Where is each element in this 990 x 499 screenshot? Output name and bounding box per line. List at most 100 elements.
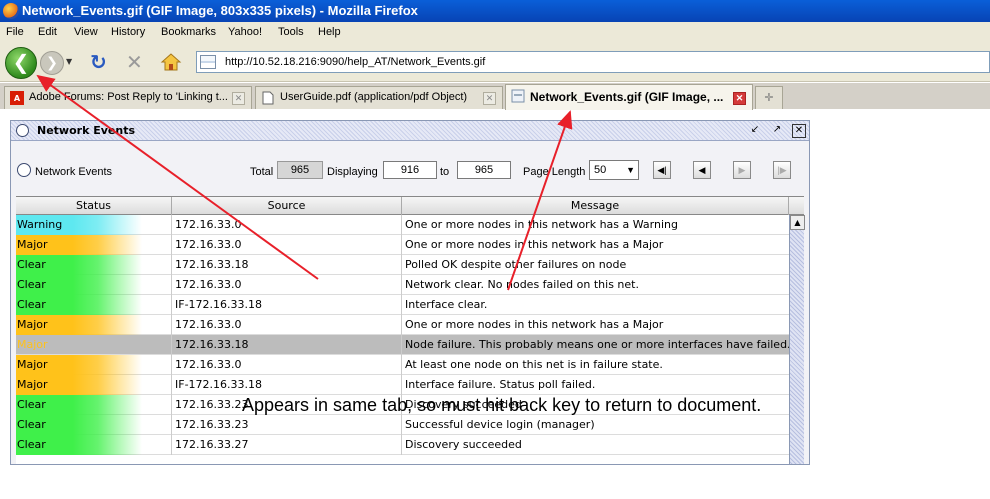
first-page-icon[interactable]: ◀| [653,161,671,179]
reload-icon[interactable]: ↻ [90,51,107,73]
popout-icon[interactable]: ↗ [770,124,784,138]
table-row[interactable]: Major 172.16.33.18 Node failure. This prob… [16,335,789,355]
tab-userguide-pdf[interactable]: UserGuide.pdf (application/pdf Object) ✕ [255,86,503,109]
displaying-label: Displaying [327,166,378,178]
status-text: Clear [17,418,46,431]
message-cell: One or more nodes in this network has a … [405,238,664,251]
total-value: 965 [277,161,323,179]
menu-bookmarks[interactable]: Bookmarks [161,26,216,38]
status-text: Major [17,358,48,371]
source-cell: 172.16.33.0 [172,355,402,375]
window-title: Network_Events.gif (GIF Image, 803x335 p… [22,3,418,18]
back-button[interactable]: ❮ [5,47,37,79]
table-row[interactable]: Major 172.16.33.0 At least one node on thi… [16,355,789,375]
last-page-icon[interactable]: |▶ [773,161,791,179]
close-icon[interactable]: ✕ [792,124,806,138]
menu-view[interactable]: View [74,26,98,38]
firefox-icon [3,3,19,19]
source-cell: 172.16.33.0 [172,275,402,295]
table-row[interactable]: Clear 172.16.33.0 Network clear. No nodes … [16,275,789,295]
close-tab-icon[interactable]: ✕ [232,92,245,105]
close-tab-icon[interactable]: ✕ [733,92,746,105]
url-text: http://10.52.18.216:9090/help_AT/Network… [225,56,486,68]
column-header-message[interactable]: Message [402,197,789,215]
back-arrow-icon: ❮ [12,50,30,74]
table-row[interactable]: Major 172.16.33.0 One or more nodes in thi… [16,235,789,255]
close-tab-icon[interactable]: ✕ [483,92,496,105]
stop-icon[interactable]: ✕ [126,51,143,73]
status-text: Major [17,378,48,391]
page-content: Network Events ↙ ↗ ✕ Network Events Tota… [0,110,990,499]
source-cell: 172.16.33.0 [172,215,402,235]
tab-adobe-forums[interactable]: A Adobe Forums: Post Reply to 'Linking t… [4,86,252,109]
status-cell: Major [16,355,172,375]
scroll-up-icon[interactable]: ▲ [790,215,805,230]
previous-page-icon[interactable]: ◀ [693,161,711,179]
plus-icon: ✛ [764,91,774,104]
status-text: Clear [17,258,46,271]
message-cell: Polled OK despite other failures on node [405,258,627,271]
page-length-value: 50 [594,164,607,176]
table-row[interactable]: Clear 172.16.33.27 Discovery succeeded [16,435,789,455]
events-table: Status Source Message Warning 172.16.33.0… [16,196,805,464]
vertical-scrollbar[interactable]: ▲ [789,215,805,464]
page-icon [200,55,216,69]
status-cell: Clear [16,295,172,315]
to-input[interactable]: 965 [457,161,511,179]
source-cell: 172.16.33.27 [172,435,402,455]
status-cell: Clear [16,395,172,415]
document-icon [262,91,274,105]
adobe-icon: A [10,91,24,105]
message-cell: Discovery succeeded [405,438,522,451]
menu-tools[interactable]: Tools [278,26,304,38]
svg-text:A: A [14,94,21,103]
source-cell: 172.16.33.18 [172,335,402,355]
table-row[interactable]: Clear 172.16.33.23 Successful device login… [16,415,789,435]
status-cell: Major [16,335,172,355]
source-cell: IF-172.16.33.18 [172,295,402,315]
menu-file[interactable]: File [6,26,24,38]
table-row[interactable]: Clear 172.16.33.18 Polled OK despite other… [16,255,789,275]
source-cell: 172.16.33.23 [172,415,402,435]
status-text: Clear [17,278,46,291]
page-length-select[interactable]: 50 ▼ [589,160,639,180]
from-input[interactable]: 916 [383,161,437,179]
table-row[interactable]: Warning 172.16.33.0 One or more nodes in t… [16,215,789,235]
status-cell: Major [16,315,172,335]
to-label: to [440,166,450,178]
menu-history[interactable]: History [111,26,145,38]
menu-bar: File Edit View History Bookmarks Yahoo! … [0,22,990,42]
message-cell: One or more nodes in this network has a … [405,218,678,231]
new-tab-button[interactable]: ✛ [755,86,783,109]
status-cell: Clear [16,275,172,295]
annotation-text: Appears in same tab, so must hit back ke… [242,395,762,415]
forward-button[interactable]: ❯ [40,51,64,75]
menu-edit[interactable]: Edit [38,26,57,38]
status-cell: Major [16,235,172,255]
restore-icon[interactable]: ↙ [748,124,762,138]
tab-network-events[interactable]: Network_Events.gif (GIF Image, ... ✕ [505,84,753,110]
table-row[interactable]: Major 172.16.33.0 One or more nodes in thi… [16,315,789,335]
message-cell: Interface clear. [405,298,488,311]
message-cell: Successful device login (manager) [405,418,595,431]
status-text: Clear [17,298,46,311]
history-dropdown-icon[interactable]: ▼ [66,57,72,66]
url-bar[interactable]: http://10.52.18.216:9090/help_AT/Network… [196,51,990,73]
source-cell: 172.16.33.0 [172,315,402,335]
total-label: Total [250,166,274,178]
menu-yahoo[interactable]: Yahoo! [228,26,262,38]
table-row[interactable]: Major IF-172.16.33.18 Interface failure. S… [16,375,789,395]
home-icon[interactable] [160,51,182,73]
tab-bar: A Adobe Forums: Post Reply to 'Linking t… [0,83,990,110]
table-row[interactable]: Clear IF-172.16.33.18 Interface clear. [16,295,789,315]
source-cell: 172.16.33.0 [172,235,402,255]
status-cell: Warning [16,215,172,235]
image-icon [511,89,525,103]
column-header-status[interactable]: Status [16,197,172,215]
status-cell: Major [16,375,172,395]
menu-help[interactable]: Help [318,26,341,38]
status-cell: Clear [16,415,172,435]
next-page-icon[interactable]: ▶ [733,161,751,179]
status-text: Clear [17,398,46,411]
column-header-source[interactable]: Source [172,197,402,215]
